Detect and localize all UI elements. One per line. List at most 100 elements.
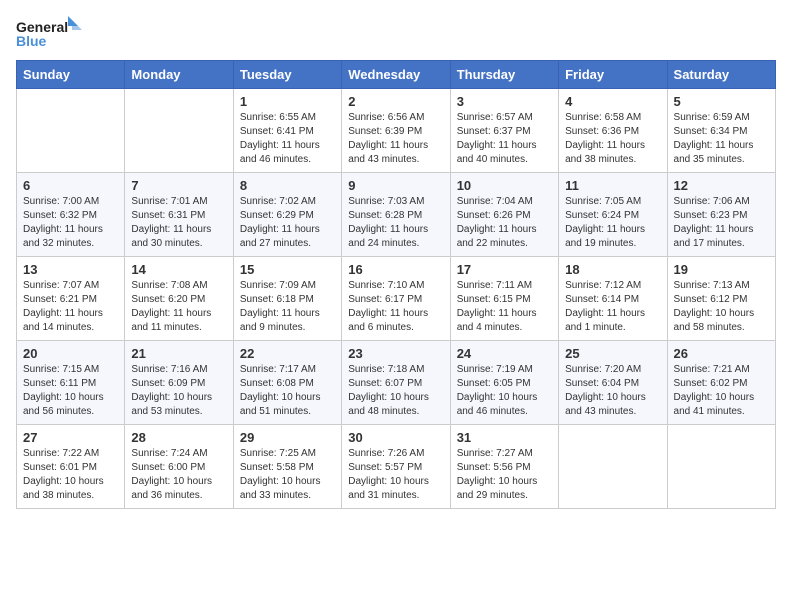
day-number: 19 — [674, 262, 769, 277]
day-number: 17 — [457, 262, 552, 277]
day-info: Sunrise: 7:13 AM Sunset: 6:12 PM Dayligh… — [674, 279, 769, 335]
day-number: 31 — [457, 430, 552, 445]
calendar-cell: 21 Sunrise: 7:16 AM Sunset: 6:09 PM Dayli… — [125, 341, 233, 425]
day-info: Sunrise: 7:01 AM Sunset: 6:31 PM Dayligh… — [131, 195, 226, 251]
calendar-cell: 30 Sunrise: 7:26 AM Sunset: 5:57 PM Dayli… — [342, 425, 450, 509]
day-number: 27 — [23, 430, 118, 445]
calendar-week-3: 13 Sunrise: 7:07 AM Sunset: 6:21 PM Dayli… — [17, 257, 776, 341]
calendar-cell: 16Sunrise: 7:10 AM Sunset: 6:17 PM Dayli… — [342, 257, 450, 341]
day-info: Sunrise: 6:58 AM Sunset: 6:36 PM Dayligh… — [565, 111, 660, 167]
calendar-cell — [125, 89, 233, 173]
day-number: 30 — [348, 430, 443, 445]
calendar-cell: 28 Sunrise: 7:24 AM Sunset: 6:00 PM Dayli… — [125, 425, 233, 509]
day-info: Sunrise: 7:06 AM Sunset: 6:23 PM Dayligh… — [674, 195, 769, 251]
day-info: Sunrise: 7:11 AM Sunset: 6:15 PM Dayligh… — [457, 279, 552, 335]
calendar-cell: 31 Sunrise: 7:27 AM Sunset: 5:56 PM Dayli… — [450, 425, 558, 509]
weekday-header-sunday: Sunday — [17, 61, 125, 89]
calendar-cell: 12 Sunrise: 7:06 AM Sunset: 6:23 PM Dayli… — [667, 173, 775, 257]
day-info: Sunrise: 7:25 AM Sunset: 5:58 PM Dayligh… — [240, 447, 335, 503]
day-number: 14 — [131, 262, 226, 277]
calendar-cell: 7 Sunrise: 7:01 AM Sunset: 6:31 PM Daylig… — [125, 173, 233, 257]
day-number: 22 — [240, 346, 335, 361]
calendar-cell: 8 Sunrise: 7:02 AM Sunset: 6:29 PM Daylig… — [233, 173, 341, 257]
day-info: Sunrise: 7:19 AM Sunset: 6:05 PM Dayligh… — [457, 363, 552, 419]
svg-text:Blue: Blue — [16, 33, 47, 49]
day-info: Sunrise: 7:20 AM Sunset: 6:04 PM Dayligh… — [565, 363, 660, 419]
day-number: 2 — [348, 94, 443, 109]
calendar-cell: 29 Sunrise: 7:25 AM Sunset: 5:58 PM Dayli… — [233, 425, 341, 509]
day-info: Sunrise: 7:18 AM Sunset: 6:07 PM Dayligh… — [348, 363, 443, 419]
calendar-cell: 10 Sunrise: 7:04 AM Sunset: 6:26 PM Dayli… — [450, 173, 558, 257]
calendar-cell: 24 Sunrise: 7:19 AM Sunset: 6:05 PM Dayli… — [450, 341, 558, 425]
weekday-header-saturday: Saturday — [667, 61, 775, 89]
day-info: Sunrise: 7:24 AM Sunset: 6:00 PM Dayligh… — [131, 447, 226, 503]
day-info: Sunrise: 6:59 AM Sunset: 6:34 PM Dayligh… — [674, 111, 769, 167]
day-info: Sunrise: 7:16 AM Sunset: 6:09 PM Dayligh… — [131, 363, 226, 419]
day-info: Sunrise: 7:15 AM Sunset: 6:11 PM Dayligh… — [23, 363, 118, 419]
day-number: 16 — [348, 262, 443, 277]
calendar-cell: 1 Sunrise: 6:55 AM Sunset: 6:41 PM Daylig… — [233, 89, 341, 173]
day-info: Sunrise: 7:27 AM Sunset: 5:56 PM Dayligh… — [457, 447, 552, 503]
day-info: Sunrise: 6:57 AM Sunset: 6:37 PM Dayligh… — [457, 111, 552, 167]
day-number: 21 — [131, 346, 226, 361]
day-number: 5 — [674, 94, 769, 109]
calendar-week-5: 27 Sunrise: 7:22 AM Sunset: 6:01 PM Dayli… — [17, 425, 776, 509]
day-number: 29 — [240, 430, 335, 445]
day-number: 8 — [240, 178, 335, 193]
day-number: 18 — [565, 262, 660, 277]
calendar-cell: 27 Sunrise: 7:22 AM Sunset: 6:01 PM Dayli… — [17, 425, 125, 509]
weekday-header-tuesday: Tuesday — [233, 61, 341, 89]
day-number: 4 — [565, 94, 660, 109]
day-info: Sunrise: 7:12 AM Sunset: 6:14 PM Dayligh… — [565, 279, 660, 335]
page-header: GeneralBlue — [16, 16, 776, 52]
day-info: Sunrise: 7:09 AM Sunset: 6:18 PM Dayligh… — [240, 279, 335, 335]
day-number: 3 — [457, 94, 552, 109]
day-info: Sunrise: 7:26 AM Sunset: 5:57 PM Dayligh… — [348, 447, 443, 503]
day-info: Sunrise: 7:17 AM Sunset: 6:08 PM Dayligh… — [240, 363, 335, 419]
logo-icon: GeneralBlue — [16, 16, 86, 52]
calendar-cell: 4 Sunrise: 6:58 AM Sunset: 6:36 PM Daylig… — [559, 89, 667, 173]
day-info: Sunrise: 7:00 AM Sunset: 6:32 PM Dayligh… — [23, 195, 118, 251]
calendar-cell: 25Sunrise: 7:20 AM Sunset: 6:04 PM Dayli… — [559, 341, 667, 425]
weekday-header-monday: Monday — [125, 61, 233, 89]
day-number: 13 — [23, 262, 118, 277]
calendar-cell — [17, 89, 125, 173]
day-info: Sunrise: 7:03 AM Sunset: 6:28 PM Dayligh… — [348, 195, 443, 251]
day-number: 24 — [457, 346, 552, 361]
logo: GeneralBlue — [16, 16, 86, 52]
day-info: Sunrise: 6:55 AM Sunset: 6:41 PM Dayligh… — [240, 111, 335, 167]
calendar-week-4: 20Sunrise: 7:15 AM Sunset: 6:11 PM Dayli… — [17, 341, 776, 425]
calendar-cell — [559, 425, 667, 509]
calendar-cell — [667, 425, 775, 509]
calendar-cell: 20Sunrise: 7:15 AM Sunset: 6:11 PM Dayli… — [17, 341, 125, 425]
calendar-cell: 22 Sunrise: 7:17 AM Sunset: 6:08 PM Dayli… — [233, 341, 341, 425]
day-number: 26 — [674, 346, 769, 361]
day-number: 12 — [674, 178, 769, 193]
day-number: 15 — [240, 262, 335, 277]
calendar: SundayMondayTuesdayWednesdayThursdayFrid… — [16, 60, 776, 509]
day-info: Sunrise: 7:04 AM Sunset: 6:26 PM Dayligh… — [457, 195, 552, 251]
day-info: Sunrise: 7:02 AM Sunset: 6:29 PM Dayligh… — [240, 195, 335, 251]
calendar-cell: 9 Sunrise: 7:03 AM Sunset: 6:28 PM Daylig… — [342, 173, 450, 257]
weekday-header-row: SundayMondayTuesdayWednesdayThursdayFrid… — [17, 61, 776, 89]
weekday-header-thursday: Thursday — [450, 61, 558, 89]
calendar-cell: 5 Sunrise: 6:59 AM Sunset: 6:34 PM Daylig… — [667, 89, 775, 173]
day-number: 7 — [131, 178, 226, 193]
day-info: Sunrise: 7:22 AM Sunset: 6:01 PM Dayligh… — [23, 447, 118, 503]
calendar-week-2: 6 Sunrise: 7:00 AM Sunset: 6:32 PM Daylig… — [17, 173, 776, 257]
day-info: Sunrise: 6:56 AM Sunset: 6:39 PM Dayligh… — [348, 111, 443, 167]
day-number: 10 — [457, 178, 552, 193]
day-number: 1 — [240, 94, 335, 109]
day-number: 28 — [131, 430, 226, 445]
day-info: Sunrise: 7:08 AM Sunset: 6:20 PM Dayligh… — [131, 279, 226, 335]
weekday-header-friday: Friday — [559, 61, 667, 89]
day-number: 9 — [348, 178, 443, 193]
day-number: 6 — [23, 178, 118, 193]
calendar-week-1: 1 Sunrise: 6:55 AM Sunset: 6:41 PM Daylig… — [17, 89, 776, 173]
day-number: 11 — [565, 178, 660, 193]
day-info: Sunrise: 7:07 AM Sunset: 6:21 PM Dayligh… — [23, 279, 118, 335]
day-info: Sunrise: 7:21 AM Sunset: 6:02 PM Dayligh… — [674, 363, 769, 419]
weekday-header-wednesday: Wednesday — [342, 61, 450, 89]
calendar-cell: 2 Sunrise: 6:56 AM Sunset: 6:39 PM Daylig… — [342, 89, 450, 173]
calendar-cell: 18 Sunrise: 7:12 AM Sunset: 6:14 PM Dayli… — [559, 257, 667, 341]
